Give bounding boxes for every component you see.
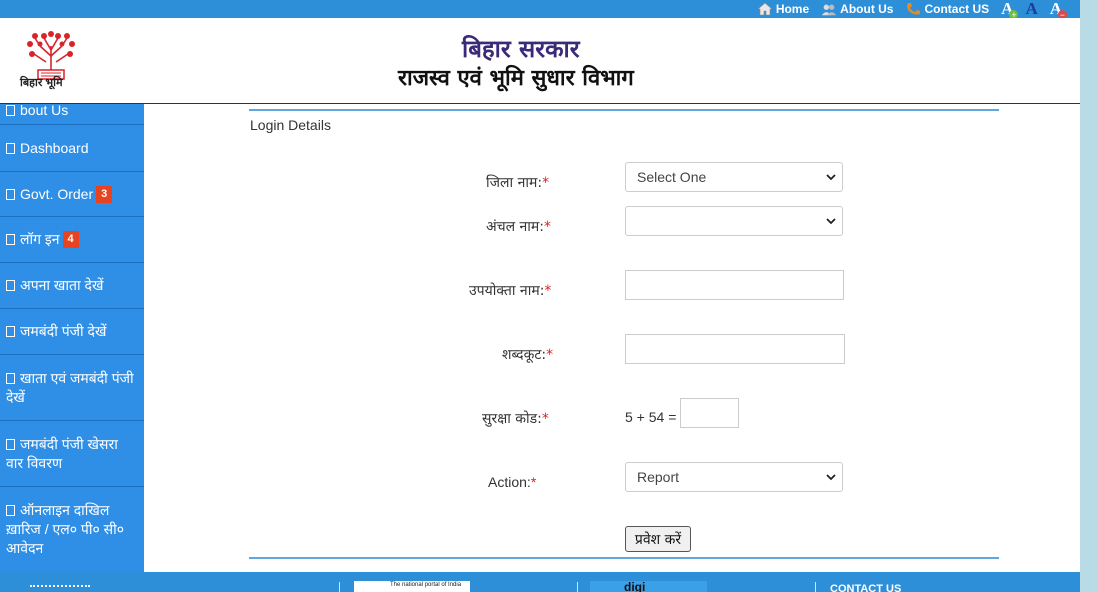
sidebar-item-label: लॉग इन	[20, 231, 60, 247]
district-select-value: Select One	[637, 169, 707, 185]
district-label-text: जिला नाम:	[486, 175, 543, 191]
logo-caption: बिहार भूमि	[20, 77, 63, 89]
password-label-text: शब्दकूट:	[502, 347, 547, 363]
sidebar-item-login[interactable]: लॉग इन 4	[0, 217, 144, 263]
circle-label-text: अंचल नाम:	[486, 219, 545, 235]
action-label-text: Action:	[488, 474, 531, 490]
count-badge: 4	[62, 231, 79, 248]
sidebar-item-label: ऑनलाइन दाखिल ख़ारिज / एल० पी० सी० आवेदन	[6, 502, 125, 556]
home-icon	[757, 2, 773, 16]
scrollbar-track[interactable]	[1080, 0, 1098, 592]
password-label: शब्दकूट:*	[502, 345, 553, 364]
menu-icon	[6, 372, 15, 384]
contact-label: Contact US	[924, 2, 990, 16]
login-submit-button[interactable]: प्रवेश करें	[625, 526, 691, 552]
required-marker: *	[544, 283, 552, 299]
font-normal-label: A	[1025, 0, 1038, 18]
required-marker: *	[542, 175, 550, 191]
contact-link[interactable]: Contact US	[905, 2, 989, 16]
section-bottom-divider	[249, 557, 999, 559]
sidebar-menu: bout Us Dashboard Govt. Order 3 लॉग इन 4 अ…	[0, 104, 144, 572]
district-label: जिला नाम:*	[486, 173, 549, 192]
count-badge: 3	[96, 185, 113, 203]
action-select-value: Report	[637, 469, 680, 485]
action-label: Action:*	[488, 474, 536, 490]
sidebar-item-label: खाता एवं जमबंदी पंजी देखें	[6, 369, 134, 405]
menu-icon	[6, 280, 15, 291]
sidebar-item-label: bout Us	[20, 104, 69, 118]
password-input[interactable]	[625, 334, 845, 364]
chevron-down-icon	[826, 474, 836, 481]
india-portal-banner[interactable]: The national portal of India	[354, 581, 470, 592]
sidebar-item-label: जमबंदी पंजी खेसरा वार विवरण	[6, 435, 118, 471]
sidebar-item-view-account[interactable]: अपना खाता देखें	[0, 263, 144, 309]
captcha-question: 5 + 54 =	[625, 409, 677, 425]
footer-divider	[577, 582, 578, 592]
footer-left-decoration	[30, 585, 90, 588]
username-input[interactable]	[625, 270, 844, 300]
menu-icon	[6, 326, 15, 337]
font-decrease-button[interactable]: A −	[1050, 0, 1067, 20]
sidebar-item-label: Govt. Order	[20, 185, 94, 202]
sidebar-item-label: अपना खाता देखें	[20, 277, 104, 293]
menu-icon	[6, 438, 15, 450]
about-label: About Us	[840, 2, 894, 16]
india-portal-text: The national portal of India	[390, 582, 462, 588]
digital-india-banner[interactable]: digi	[590, 581, 707, 592]
required-marker: *	[541, 411, 549, 427]
captcha-label-text: सुरक्षा कोड:	[482, 411, 542, 427]
menu-icon	[6, 142, 15, 154]
header-title-primary-text: बिहार सरकार	[462, 35, 580, 63]
action-select[interactable]: Report	[625, 462, 843, 492]
sidebar-item-label: जमबंदी पंजी देखें	[20, 323, 107, 339]
circle-select[interactable]	[625, 206, 843, 236]
required-marker: *	[530, 474, 537, 490]
sidebar-item-online-mutation[interactable]: ऑनलाइन दाखिल ख़ारिज / एल० पी० सी० आवेदन	[0, 487, 144, 572]
top-nav: Home About Us Contact US A + A A −	[757, 0, 1067, 20]
menu-icon	[6, 188, 15, 200]
menu-icon	[6, 104, 15, 116]
sidebar-item-account-register[interactable]: खाता एवं जमबंदी पंजी देखें	[0, 355, 144, 421]
required-marker: *	[544, 219, 552, 235]
digital-india-text: digi	[624, 581, 646, 592]
district-select[interactable]: Select One	[625, 162, 843, 192]
home-label: Home	[775, 2, 810, 16]
users-icon	[822, 4, 837, 16]
sidebar-item-view-register[interactable]: जमबंदी पंजी देखें	[0, 309, 144, 355]
menu-icon	[6, 234, 15, 245]
captcha-label: सुरक्षा कोड:*	[482, 409, 549, 428]
header-title-secondary: राजस्व एवं भूमि सुधार विभाग	[398, 66, 634, 91]
sidebar-item-about[interactable]: bout Us	[0, 104, 144, 125]
section-top-divider	[249, 109, 999, 111]
footer-contact-heading: CONTACT US	[830, 583, 902, 592]
circle-label: अंचल नाम:*	[486, 217, 551, 236]
font-normal-button[interactable]: A	[1025, 0, 1037, 18]
username-label-text: उपयोक्ता नाम:	[469, 283, 545, 299]
sidebar-item-govt-order[interactable]: Govt. Order 3	[0, 172, 144, 217]
sidebar-item-khesra-details[interactable]: जमबंदी पंजी खेसरा वार विवरण	[0, 421, 144, 487]
home-link[interactable]: Home	[757, 2, 809, 16]
chevron-down-icon	[826, 218, 836, 225]
site-footer: The national portal of India digi CONTAC…	[0, 572, 1080, 592]
sidebar-item-label: Dashboard	[20, 139, 89, 156]
username-label: उपयोक्ता नाम:*	[469, 281, 551, 300]
section-title: Login Details	[250, 117, 331, 133]
phone-icon	[907, 3, 921, 15]
required-marker: *	[546, 347, 554, 363]
menu-icon	[6, 505, 15, 516]
footer-divider	[815, 582, 816, 592]
about-link[interactable]: About Us	[821, 2, 893, 16]
footer-divider	[339, 582, 340, 592]
captcha-input[interactable]	[680, 398, 739, 428]
chevron-down-icon	[826, 174, 836, 181]
font-increase-button[interactable]: A +	[1001, 0, 1019, 20]
top-nav-bar: Home About Us Contact US A + A A −	[0, 0, 1080, 20]
sidebar-item-dashboard[interactable]: Dashboard	[0, 125, 144, 172]
site-header: बिहार भूमि बिहार सरकार राजस्व एवं भूमि स…	[0, 18, 1080, 104]
